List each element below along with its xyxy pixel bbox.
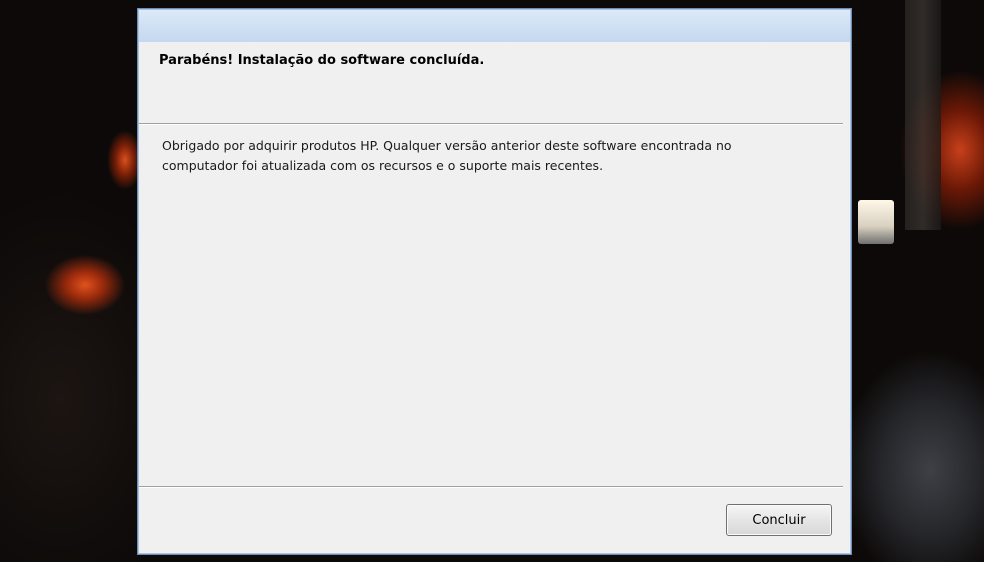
finish-button[interactable]: Concluir: [726, 504, 832, 536]
message-line-2: computador foi atualizada com os recurso…: [162, 158, 604, 173]
message-line-1: Obrigado por adquirir produtos HP. Qualq…: [162, 138, 732, 153]
header-divider: [139, 123, 843, 125]
installer-dialog: Parabéns! Instalação do software concluí…: [137, 8, 852, 555]
footer-divider: [139, 486, 843, 488]
dialog-titlebar[interactable]: [139, 10, 850, 42]
dialog-header-panel: Parabéns! Instalação do software concluí…: [139, 42, 850, 123]
dialog-message: Obrigado por adquirir produtos HP. Qualq…: [162, 136, 822, 176]
background-column: [905, 0, 941, 230]
dialog-heading: Parabéns! Instalação do software concluí…: [159, 53, 485, 68]
background-candle: [858, 200, 894, 244]
